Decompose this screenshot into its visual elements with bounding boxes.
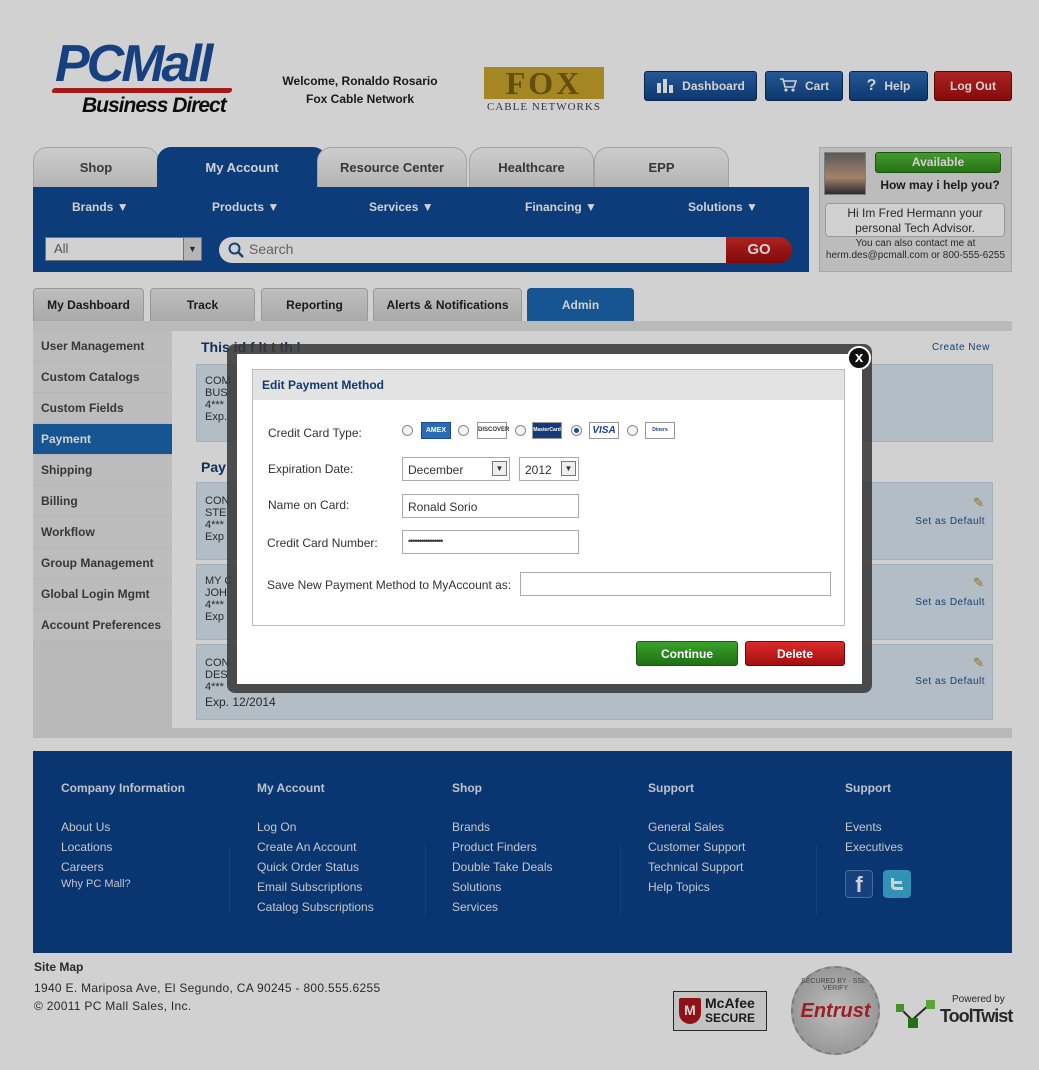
mastercard-card-icon: MasterCard — [532, 422, 562, 439]
save-as-input[interactable] — [520, 572, 831, 596]
radio-visa[interactable] — [571, 425, 582, 436]
amex-card-icon: AMEX — [421, 422, 451, 439]
card-number-input[interactable]: •••••••••••••••• — [402, 530, 579, 554]
card-type-label: Credit Card Type: — [268, 426, 362, 440]
chevron-down-icon[interactable]: ▼ — [561, 461, 576, 476]
radio-diners[interactable] — [627, 425, 638, 436]
expiration-year-select[interactable]: 2012 ▼ — [519, 457, 579, 481]
radio-amex[interactable] — [402, 425, 413, 436]
close-icon[interactable]: x — [847, 346, 871, 370]
expiration-label: Expiration Date: — [268, 462, 354, 476]
radio-discover[interactable] — [458, 425, 469, 436]
delete-button[interactable]: Delete — [745, 641, 845, 666]
chevron-down-icon[interactable]: ▼ — [492, 461, 507, 476]
discover-card-icon: DISCOVER — [477, 422, 509, 439]
save-as-label: Save New Payment Method to MyAccount as: — [267, 578, 512, 592]
expiration-year-value: 2012 — [525, 463, 552, 477]
diners-card-icon: Diners — [645, 422, 675, 439]
expiration-month-value: December — [408, 463, 464, 477]
name-on-card-label: Name on Card: — [268, 498, 350, 512]
name-on-card-input[interactable]: Ronald Sorio — [402, 494, 579, 518]
radio-mastercard[interactable] — [515, 425, 526, 436]
expiration-month-select[interactable]: December ▼ — [402, 457, 510, 481]
visa-card-icon: VISA — [589, 422, 619, 439]
continue-button[interactable]: Continue — [636, 641, 738, 666]
dialog-title: Edit Payment Method — [253, 370, 844, 400]
card-number-label: Credit Card Number: — [267, 536, 378, 550]
